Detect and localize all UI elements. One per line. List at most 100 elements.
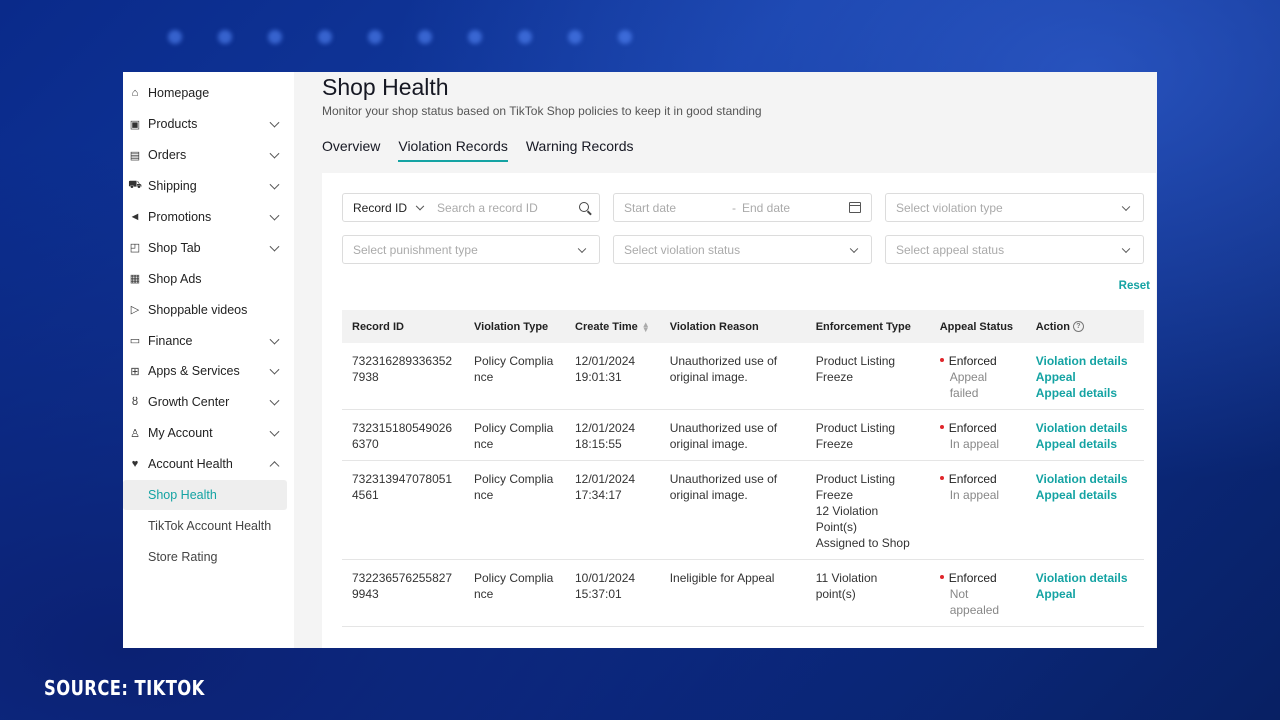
violation-type-select[interactable]: Select violation type — [885, 193, 1144, 222]
sidebar-item-shipping[interactable]: ⛟ Shipping — [123, 171, 294, 202]
enforcement-type-cell-line: Freeze — [815, 370, 854, 384]
status-badge: Enforced — [948, 472, 997, 486]
violation-details-link[interactable]: Violation details — [1036, 353, 1134, 369]
sidebar-item-promotions[interactable]: ◄ Promotions — [123, 202, 294, 233]
shopping-bag-icon: ◰ — [129, 242, 141, 255]
medal-icon: ȣ — [131, 396, 139, 409]
sidebar-item-label: Orders — [148, 148, 187, 163]
status-badge: Enforced — [948, 354, 997, 368]
punishment-type-placeholder: Select punishment type — [353, 242, 478, 257]
violation-status-placeholder: Select violation status — [624, 242, 741, 257]
sidebar-item-label: Shop Tab — [148, 240, 201, 255]
appeal-details-link[interactable]: Appeal details — [1036, 436, 1134, 452]
source-caption: SOURCE: TIKTOK — [44, 676, 205, 700]
violation-type-cell-line: nce — [474, 587, 494, 601]
sort-icon[interactable]: ▲ ▼ — [642, 320, 650, 333]
sidebar-item-apps-services[interactable]: ⊞ Apps & Services — [123, 356, 294, 387]
sidebar-item-growth-center[interactable]: ȣ Growth Center — [123, 387, 294, 418]
main-content: Shop Health Monitor your shop status bas… — [294, 72, 1157, 648]
sidebar-item-products[interactable]: ▣ Products — [123, 109, 294, 140]
sidebar-item-orders[interactable]: ▤ Orders — [123, 140, 294, 171]
appeal-details-link[interactable]: Appeal details — [1036, 385, 1134, 401]
status-badge: Enforced — [948, 571, 997, 585]
sidebar-item-shoppable-videos[interactable]: ▷ Shoppable videos — [123, 294, 294, 325]
appeal-status-select[interactable]: Select appeal status — [885, 235, 1144, 264]
action-cell: Violation details Appeal details — [1025, 460, 1144, 560]
sidebar-item-label: Apps & Services — [148, 364, 240, 379]
reset-button[interactable]: Reset — [1119, 280, 1150, 292]
record-id-search: Record ID — [342, 193, 600, 222]
date-separator: - — [732, 200, 736, 215]
violation-type-cell-line: nce — [474, 488, 494, 502]
search-icon[interactable] — [579, 202, 589, 212]
sidebar-item-finance[interactable]: ▭ Finance — [123, 325, 294, 356]
status-dot-icon — [939, 574, 944, 579]
sidebar-item-my-account[interactable]: ♙ My Account — [123, 418, 294, 449]
violation-type-cell-line: nce — [474, 370, 494, 384]
violation-reason-cell-line: original image. — [669, 370, 748, 384]
chevron-down-icon — [269, 210, 280, 221]
sidebar-item-shop-ads[interactable]: ▦ Shop Ads — [123, 263, 294, 294]
enforcement-type-cell: Product Listing Freeze 12 Violation Point(… — [805, 460, 930, 560]
header-create-time[interactable]: Create Time ▲ ▼ — [565, 310, 660, 343]
tab-violation-records[interactable]: Violation Records — [398, 138, 508, 162]
appeal-status-detail: Not — [949, 587, 969, 601]
violation-reason-cell-line: original image. — [669, 437, 748, 451]
status-badge: Enforced — [948, 421, 997, 435]
violation-type-cell: Policy Complia nce — [464, 409, 565, 461]
header-action-label: Action — [1035, 320, 1070, 333]
sidebar-item-label: Promotions — [148, 210, 212, 224]
appeal-status-detail: Appeal — [949, 370, 988, 384]
apps-icon: ⊞ — [130, 365, 140, 378]
chevron-down-icon — [849, 244, 859, 253]
sidebar-item-label: Shipping — [148, 179, 197, 194]
enforcement-type-cell-line: Freeze — [815, 437, 854, 451]
sidebar-item-homepage[interactable]: ⌂ Homepage — [123, 78, 294, 109]
page-subtitle: Monitor your shop status based on TikTok… — [322, 104, 762, 118]
date-range-picker[interactable]: Start date - End date — [613, 193, 872, 222]
chevron-down-icon — [269, 426, 280, 437]
box-icon: ▣ — [129, 118, 141, 131]
tab-overview[interactable]: Overview — [322, 138, 380, 162]
header-record-id: Record ID — [352, 320, 404, 333]
enforcement-type-cell-line: Assigned to Shop — [815, 536, 910, 550]
appeal-status-detail: In appeal — [949, 488, 1000, 502]
sidebar-subitem-tiktok-account-health[interactable]: TikTok Account Health — [123, 510, 287, 541]
sidebar-item-label: Account Health — [148, 457, 233, 472]
create-time-cell: 12/01/2024 18:15:55 — [565, 409, 660, 461]
sidebar-subitem-shop-health[interactable]: Shop Health — [123, 479, 287, 511]
end-date-field[interactable]: End date — [742, 201, 790, 215]
sidebar-item-label: Homepage — [148, 86, 210, 101]
record-id-select[interactable]: Record ID — [353, 201, 407, 215]
punishment-type-select[interactable]: Select punishment type — [342, 235, 600, 264]
violation-details-link[interactable]: Violation details — [1036, 570, 1134, 586]
appeal-status-cell: Enforced Appeal failed — [929, 343, 1026, 410]
chevron-down-icon — [1121, 202, 1131, 211]
appeal-link[interactable]: Appeal — [1036, 369, 1134, 385]
record-id-cell: 732315180549026 6370 — [342, 409, 464, 461]
create-time-cell-line: 18:15:55 — [575, 437, 622, 451]
violation-type-cell: Policy Complia nce — [464, 460, 565, 560]
help-icon[interactable]: ? — [1072, 321, 1084, 333]
record-id-cell-line: 7938 — [352, 370, 379, 384]
appeal-status-detail: appealed — [949, 603, 1000, 617]
violation-details-link[interactable]: Violation details — [1036, 420, 1134, 436]
clipboard-icon: ▤ — [129, 149, 141, 162]
sidebar: ⌂ Homepage ▣ Products ▤ Orders ⛟ Shipping ◄ Promo… — [123, 72, 294, 648]
start-date-field[interactable]: Start date — [624, 201, 732, 215]
sidebar-item-shop-tab[interactable]: ◰ Shop Tab — [123, 232, 294, 263]
tab-warning-records[interactable]: Warning Records — [526, 138, 634, 162]
record-id-input[interactable] — [435, 199, 570, 216]
enforcement-type-cell: Product Listing Freeze — [805, 409, 930, 461]
violation-reason-cell: Ineligible for Appeal — [659, 559, 806, 627]
violation-status-select[interactable]: Select violation status — [613, 235, 872, 264]
sidebar-item-account-health[interactable]: ♥ Account Health — [123, 449, 294, 480]
violation-details-link[interactable]: Violation details — [1036, 471, 1134, 487]
record-id-cell-line: 6370 — [352, 437, 379, 451]
sidebar-subitem-store-rating[interactable]: Store Rating — [123, 541, 287, 572]
appeal-link[interactable]: Appeal — [1036, 586, 1134, 602]
sidebar-item-label: My Account — [148, 426, 213, 441]
appeal-details-link[interactable]: Appeal details — [1036, 487, 1134, 503]
status-dot-icon — [939, 424, 944, 429]
decorative-dots — [168, 30, 648, 46]
